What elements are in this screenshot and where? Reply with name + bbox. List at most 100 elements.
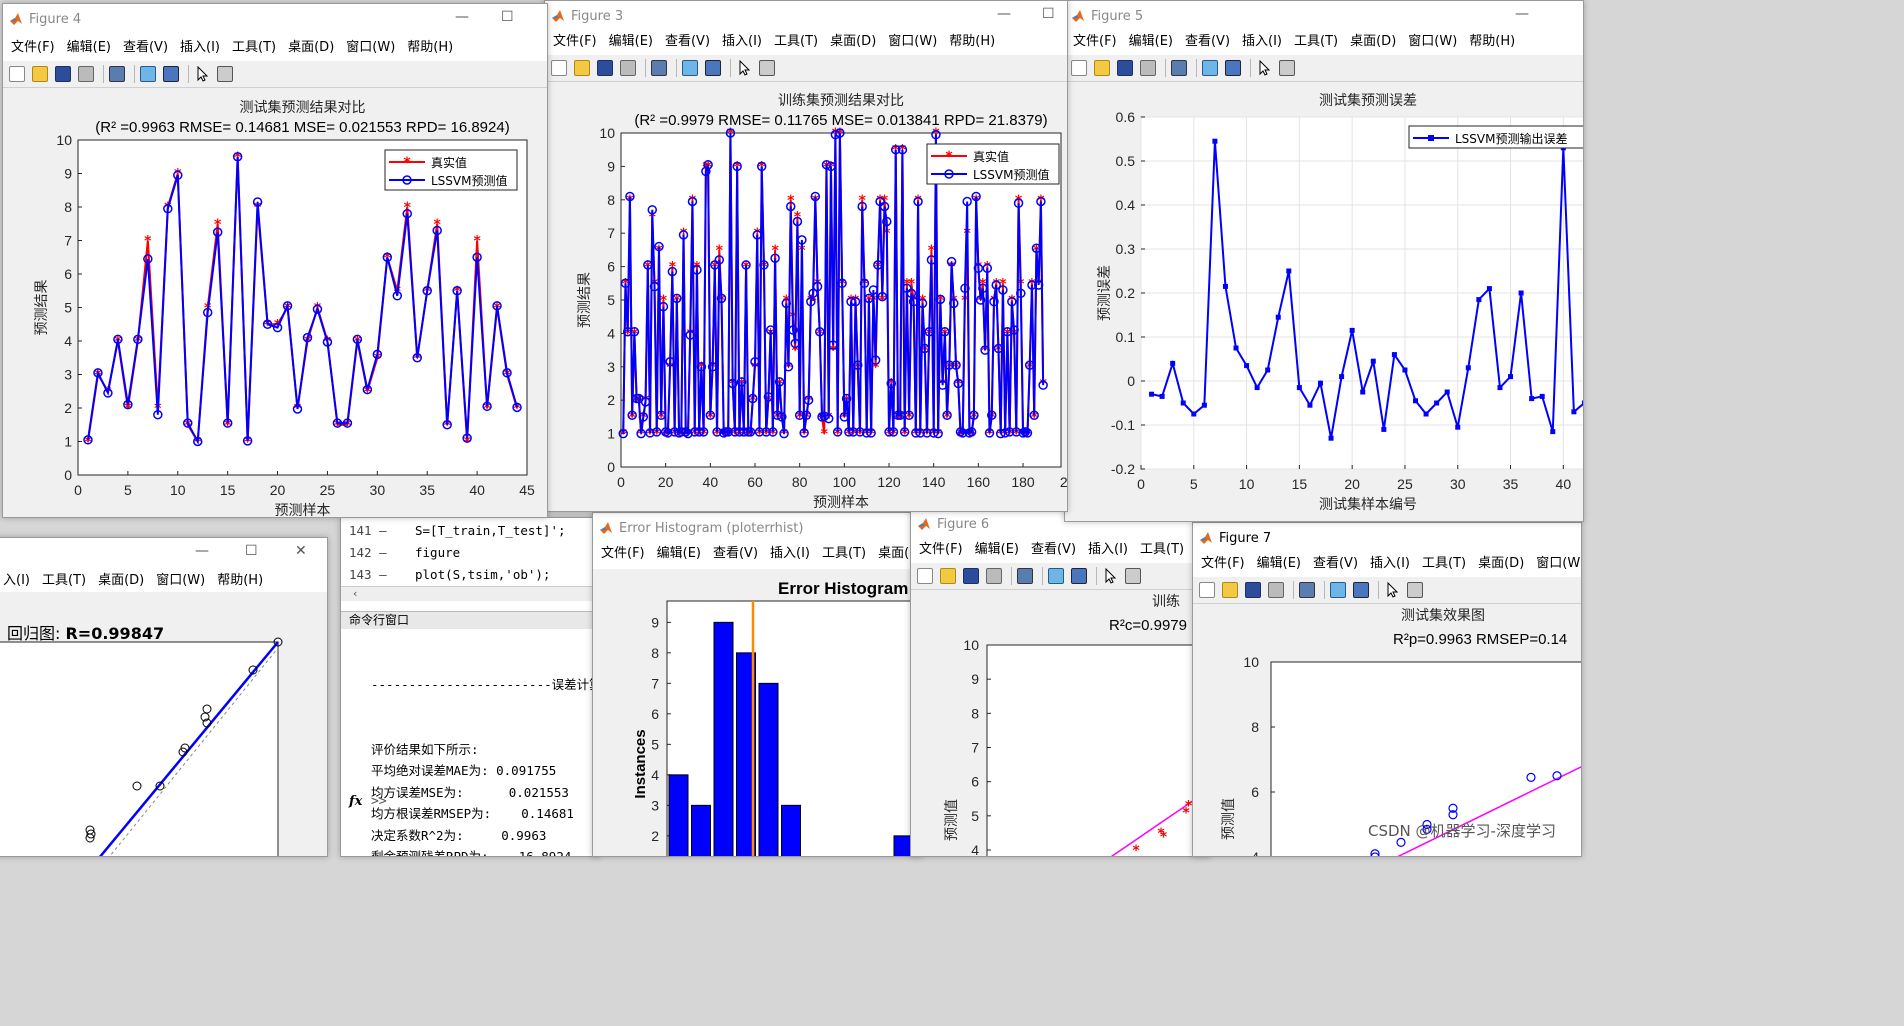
legend-icon[interactable] — [705, 60, 721, 76]
link-plot-icon[interactable] — [109, 66, 125, 82]
minimize-button[interactable]: — — [195, 543, 209, 559]
reg-menu-item[interactable]: 工具(T) — [42, 570, 86, 592]
editor-line[interactable]: 141 — S=[T_train,T_test]'; — [341, 523, 566, 538]
pointer-icon[interactable] — [1102, 567, 1118, 584]
histogram-titlebar[interactable]: Error Histogram (ploterrhist) — [593, 513, 921, 543]
legend-icon[interactable] — [1071, 568, 1087, 584]
new-file-icon[interactable] — [1071, 60, 1087, 76]
hist-menu-item[interactable]: 编辑(E) — [657, 543, 701, 565]
figure4-titlebar[interactable]: Figure 4 — ☐ — [3, 4, 547, 34]
open-folder-icon[interactable] — [1222, 582, 1238, 598]
fig3-menu-item[interactable]: 工具(T) — [774, 31, 818, 53]
command-prompt[interactable]: >> — [371, 794, 387, 809]
open-folder-icon[interactable] — [574, 60, 590, 76]
fig7-menu-item[interactable]: 插入(I) — [1370, 553, 1410, 575]
property-inspector-icon[interactable] — [759, 60, 775, 76]
minimize-button[interactable]: — — [455, 9, 469, 25]
print-icon[interactable] — [1140, 60, 1156, 76]
pointer-icon[interactable] — [1384, 581, 1400, 598]
fig3-menu-item[interactable]: 插入(I) — [722, 31, 762, 53]
fig7-menu-item[interactable]: 查看(V) — [1313, 553, 1358, 575]
fig3-menu-item[interactable]: 文件(F) — [553, 31, 597, 53]
reg-menu-item[interactable]: 桌面(D) — [98, 570, 144, 592]
fig7-menu-item[interactable]: 窗口(W) — [1536, 553, 1581, 575]
colorbar-icon[interactable] — [1330, 582, 1346, 598]
fig7-menu-item[interactable]: 工具(T) — [1422, 553, 1466, 575]
open-folder-icon[interactable] — [940, 568, 956, 584]
pointer-icon[interactable] — [194, 65, 210, 82]
hist-menu-item[interactable]: 文件(F) — [601, 543, 645, 565]
legend-icon[interactable] — [1353, 582, 1369, 598]
maximize-button[interactable]: ☐ — [245, 543, 258, 559]
regression-titlebar[interactable]: — ☐ ✕ — [0, 538, 327, 566]
reg-menu-item[interactable]: 窗口(W) — [156, 570, 205, 592]
pointer-icon[interactable] — [736, 59, 752, 76]
fig5-menu-item[interactable]: 编辑(E) — [1129, 31, 1173, 53]
minimize-button[interactable]: — — [997, 6, 1011, 22]
fig5-menu-item[interactable]: 插入(I) — [1242, 31, 1282, 53]
property-inspector-icon[interactable] — [1125, 568, 1141, 584]
fig3-menu-item[interactable]: 编辑(E) — [609, 31, 653, 53]
link-plot-icon[interactable] — [1017, 568, 1033, 584]
fig7-menu-item[interactable]: 文件(F) — [1201, 553, 1245, 575]
fig7-menu-item[interactable]: 桌面(D) — [1478, 553, 1524, 575]
fig6-menu-item[interactable]: 文件(F) — [919, 539, 963, 561]
fig6-menu-item[interactable]: 工具(T) — [1140, 539, 1184, 561]
colorbar-icon[interactable] — [140, 66, 156, 82]
property-inspector-icon[interactable] — [217, 66, 233, 82]
save-icon[interactable] — [55, 66, 71, 82]
fig6-menu-item[interactable]: 查看(V) — [1031, 539, 1076, 561]
editor-scrollbar[interactable]: ‹ — [341, 586, 599, 601]
colorbar-icon[interactable] — [682, 60, 698, 76]
fig3-menu-item[interactable]: 窗口(W) — [888, 31, 937, 53]
fig3-menu-item[interactable]: 桌面(D) — [830, 31, 876, 53]
reg-menu-item[interactable]: 入(I) — [3, 570, 30, 592]
fig5-menu-item[interactable]: 文件(F) — [1073, 31, 1117, 53]
open-folder-icon[interactable] — [1094, 60, 1110, 76]
fig7-menu-item[interactable]: 编辑(E) — [1257, 553, 1301, 575]
fig4-menu-item[interactable]: 查看(V) — [123, 37, 168, 59]
print-icon[interactable] — [986, 568, 1002, 584]
fig4-menu-item[interactable]: 文件(F) — [11, 37, 55, 59]
hist-menu-item[interactable]: 工具(T) — [822, 543, 866, 565]
fig6-menu-item[interactable]: 编辑(E) — [975, 539, 1019, 561]
colorbar-icon[interactable] — [1202, 60, 1218, 76]
fig3-menu-item[interactable]: 查看(V) — [665, 31, 710, 53]
print-icon[interactable] — [78, 66, 94, 82]
link-plot-icon[interactable] — [1299, 582, 1315, 598]
fig5-menu-item[interactable]: 帮助(H) — [1469, 31, 1515, 53]
fig4-menu-item[interactable]: 帮助(H) — [407, 37, 453, 59]
editor-line[interactable]: 142 — figure — [341, 545, 460, 560]
save-icon[interactable] — [1245, 582, 1261, 598]
fig6-menu-item[interactable]: 插入(I) — [1088, 539, 1128, 561]
print-icon[interactable] — [620, 60, 636, 76]
fig3-menu-item[interactable]: 帮助(H) — [949, 31, 995, 53]
colorbar-icon[interactable] — [1048, 568, 1064, 584]
open-folder-icon[interactable] — [32, 66, 48, 82]
maximize-button[interactable]: ☐ — [1042, 6, 1055, 22]
property-inspector-icon[interactable] — [1279, 60, 1295, 76]
fig5-menu-item[interactable]: 桌面(D) — [1350, 31, 1396, 53]
new-file-icon[interactable] — [9, 66, 25, 82]
new-file-icon[interactable] — [917, 568, 933, 584]
figure7-titlebar[interactable]: Figure 7 — [1193, 523, 1581, 553]
save-icon[interactable] — [1117, 60, 1133, 76]
link-plot-icon[interactable] — [651, 60, 667, 76]
save-icon[interactable] — [597, 60, 613, 76]
property-inspector-icon[interactable] — [1407, 582, 1423, 598]
new-file-icon[interactable] — [551, 60, 567, 76]
print-icon[interactable] — [1268, 582, 1284, 598]
fig4-menu-item[interactable]: 编辑(E) — [67, 37, 111, 59]
close-button[interactable]: ✕ — [295, 543, 307, 559]
hist-menu-item[interactable]: 查看(V) — [713, 543, 758, 565]
fx-icon[interactable]: fx — [349, 794, 362, 809]
command-window[interactable]: 命令行窗口 ------------------------误差计算 评价结果如… — [341, 611, 599, 856]
fig5-menu-item[interactable]: 窗口(W) — [1408, 31, 1457, 53]
editor-line[interactable]: 143 — plot(S,tsim,'ob'); — [341, 567, 550, 582]
fig4-menu-item[interactable]: 窗口(W) — [346, 37, 395, 59]
save-icon[interactable] — [963, 568, 979, 584]
fig4-menu-item[interactable]: 桌面(D) — [288, 37, 334, 59]
hist-menu-item[interactable]: 插入(I) — [770, 543, 810, 565]
new-file-icon[interactable] — [1199, 582, 1215, 598]
link-plot-icon[interactable] — [1171, 60, 1187, 76]
